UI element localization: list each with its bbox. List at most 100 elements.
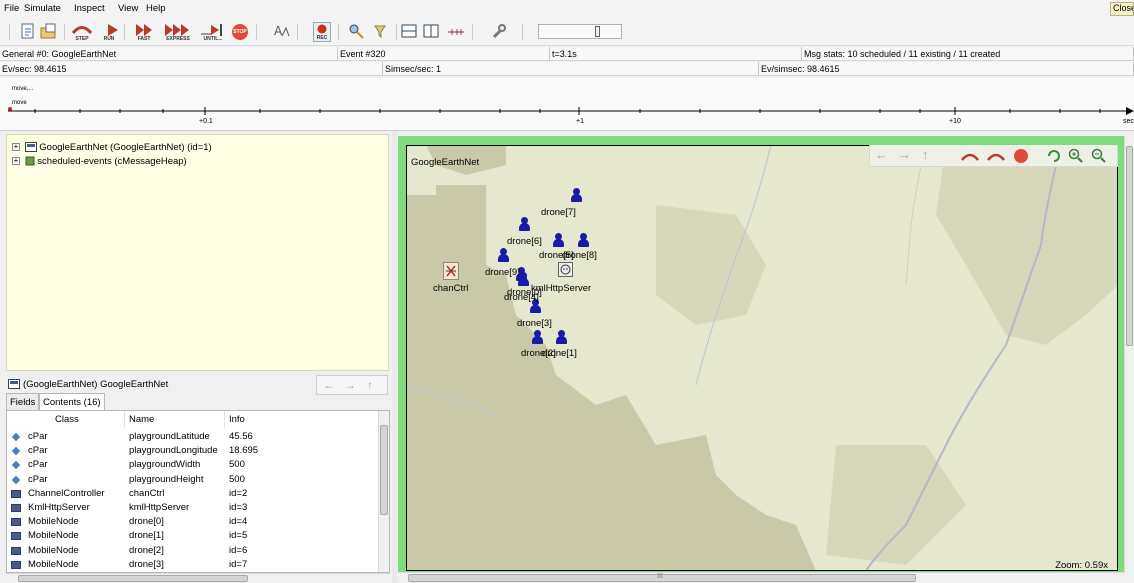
cell-info: id=4 xyxy=(229,516,248,528)
cell-class: MobileNode xyxy=(28,558,79,570)
table-row[interactable]: MobileNode drone[2] id=6 xyxy=(7,544,379,558)
cell-class: cPar xyxy=(28,473,48,485)
canvas-hscrollbar[interactable]: III xyxy=(398,572,1124,583)
table-row[interactable]: MobileNode drone[1] id=5 xyxy=(7,529,379,543)
tab-contents[interactable]: Contents (16) xyxy=(39,393,105,410)
step-button[interactable]: STEP xyxy=(70,22,94,42)
cell-class: cPar xyxy=(28,431,48,442)
close-button[interactable]: Close xyxy=(1110,2,1134,16)
drone-icon[interactable] xyxy=(571,188,582,202)
channel-controller-icon[interactable] xyxy=(443,262,459,280)
event-number: Event #320 xyxy=(338,47,550,61)
stop-icon[interactable] xyxy=(1013,148,1029,164)
drone-label: drone[6] xyxy=(507,236,542,247)
chan-ctrl-label: chanCtrl xyxy=(433,283,469,294)
inspector-header: (GoogleEarthNet) GoogleEarthNet ← → ↑ xyxy=(6,375,389,395)
drone-icon[interactable] xyxy=(498,248,509,262)
table-row[interactable]: cPar playgroundLatitude 45.56 xyxy=(7,430,379,444)
ev-per-simsec: Ev/simsec: 98.4615 xyxy=(759,62,1134,76)
back-icon[interactable]: ← xyxy=(323,378,335,392)
find-objects-icon[interactable] xyxy=(348,22,366,42)
status-row-2: Ev/sec: 98.4615 Simsec/sec: 1 Ev/simsec:… xyxy=(0,62,1134,76)
table-row[interactable]: cPar playgroundHeight 500 xyxy=(7,473,379,487)
timeline[interactable]: move,... move +0.1 +1 +10 sec xyxy=(0,78,1134,131)
run-icon[interactable] xyxy=(986,150,1006,162)
expand-icon[interactable]: + xyxy=(12,143,20,152)
menu-help[interactable]: Help xyxy=(146,3,166,14)
pane-splitter[interactable] xyxy=(392,131,397,583)
filter-messages-icon[interactable] xyxy=(372,22,390,42)
menu-view[interactable]: View xyxy=(118,3,138,14)
status-row-1: General #0: GoogleEarthNet Event #320 t=… xyxy=(0,47,1134,61)
scrollbar-thumb[interactable] xyxy=(18,575,248,582)
fast-run-button[interactable]: FAST xyxy=(130,22,158,42)
scrollbar-thumb[interactable]: III xyxy=(408,573,916,582)
tab-fields[interactable]: Fields xyxy=(6,393,40,410)
scrollbar-thumb[interactable] xyxy=(1126,146,1133,346)
step-icon[interactable] xyxy=(960,150,980,162)
drone-icon[interactable] xyxy=(553,233,564,247)
refresh-icon[interactable] xyxy=(1046,149,1062,163)
zoom-out-icon[interactable] xyxy=(1091,148,1107,164)
load-config-icon[interactable] xyxy=(40,22,58,42)
menu-simulate[interactable]: Simulate xyxy=(24,3,61,14)
drone-label: drone[8] xyxy=(562,250,597,261)
menu-bar: File Simulate Inspect View Help Close xyxy=(0,0,1134,18)
tree-item-scheduled-events[interactable]: + scheduled-events (cMessageHeap) xyxy=(12,155,187,169)
speed-slider-thumb[interactable] xyxy=(595,26,600,37)
toolbar-separator xyxy=(472,24,473,40)
cell-name: drone[0] xyxy=(129,516,164,528)
cell-name: drone[3] xyxy=(129,558,164,570)
express-run-button[interactable]: EXPRESS xyxy=(163,22,193,42)
table-row[interactable]: cPar playgroundWidth 500 xyxy=(7,458,379,472)
run-until-button[interactable]: UNTIL... xyxy=(199,22,227,42)
timeline-msg-label: move,... xyxy=(12,86,34,92)
timeline-tick-label: +0.1 xyxy=(199,118,213,125)
table-row[interactable]: KmlHttpServer kmlHttpServer id=3 xyxy=(7,501,379,515)
run-button[interactable]: RUN xyxy=(98,22,120,42)
column-header-info[interactable]: Info xyxy=(225,411,379,428)
back-icon[interactable]: ← xyxy=(875,147,888,162)
canvas-toolbar: ← → ↑ xyxy=(869,145,1118,167)
layout-vertical-icon[interactable] xyxy=(422,22,440,42)
cell-name: drone[1] xyxy=(129,530,164,542)
network-canvas[interactable]: GoogleEarthNet ← → ↑ chanCtrl kmlHttpSer… xyxy=(406,145,1118,571)
parameter-icon xyxy=(11,461,21,470)
kml-server-icon[interactable] xyxy=(558,262,573,277)
table-row[interactable]: cPar playgroundLongitude 18.695 xyxy=(7,444,379,458)
menu-file[interactable]: File xyxy=(4,3,19,14)
up-icon[interactable]: ↑ xyxy=(922,147,929,162)
table-row[interactable]: ChannelController chanCtrl id=2 xyxy=(7,487,379,501)
drone-icon[interactable] xyxy=(578,233,589,247)
tree-item-label: scheduled-events (cMessageHeap) xyxy=(37,156,187,167)
table-hscrollbar[interactable] xyxy=(6,573,390,583)
preferences-icon[interactable] xyxy=(490,22,508,42)
speed-slider[interactable] xyxy=(538,24,622,39)
drone-icon[interactable] xyxy=(532,330,543,344)
canvas-vscrollbar[interactable] xyxy=(1124,136,1134,572)
table-row[interactable]: MobileNode drone[3] id=7 xyxy=(7,558,379,572)
layout-horizontal-icon[interactable] xyxy=(400,22,418,42)
tree-item-network[interactable]: + GoogleEarthNet (GoogleEarthNet) (id=1) xyxy=(12,141,212,155)
object-tree[interactable]: + GoogleEarthNet (GoogleEarthNet) (id=1)… xyxy=(6,134,389,371)
forward-icon[interactable]: → xyxy=(898,147,911,162)
drone-icon[interactable] xyxy=(556,330,567,344)
animation-params-icon[interactable]: A xyxy=(273,22,291,42)
table-scrollbar[interactable] xyxy=(378,411,389,572)
new-network-icon[interactable] xyxy=(20,22,36,42)
column-header-name[interactable]: Name xyxy=(125,411,225,428)
table-row[interactable]: MobileNode drone[0] id=4 xyxy=(7,515,379,529)
svg-text:A: A xyxy=(274,24,283,38)
cell-class: ChannelController xyxy=(28,487,105,499)
up-icon[interactable]: ↑ xyxy=(367,378,373,392)
record-event-log-button[interactable]: REC xyxy=(313,22,331,42)
forward-icon[interactable]: → xyxy=(344,378,356,392)
drone-icon[interactable] xyxy=(519,217,530,231)
scrollbar-thumb[interactable] xyxy=(380,425,388,515)
column-header-class[interactable]: Class xyxy=(7,411,125,428)
zoom-in-icon[interactable] xyxy=(1068,148,1084,164)
stop-button[interactable]: STOP xyxy=(230,22,250,42)
timeline-icon[interactable] xyxy=(446,22,466,42)
expand-icon[interactable]: + xyxy=(12,157,20,166)
menu-inspect[interactable]: Inspect xyxy=(74,3,105,14)
